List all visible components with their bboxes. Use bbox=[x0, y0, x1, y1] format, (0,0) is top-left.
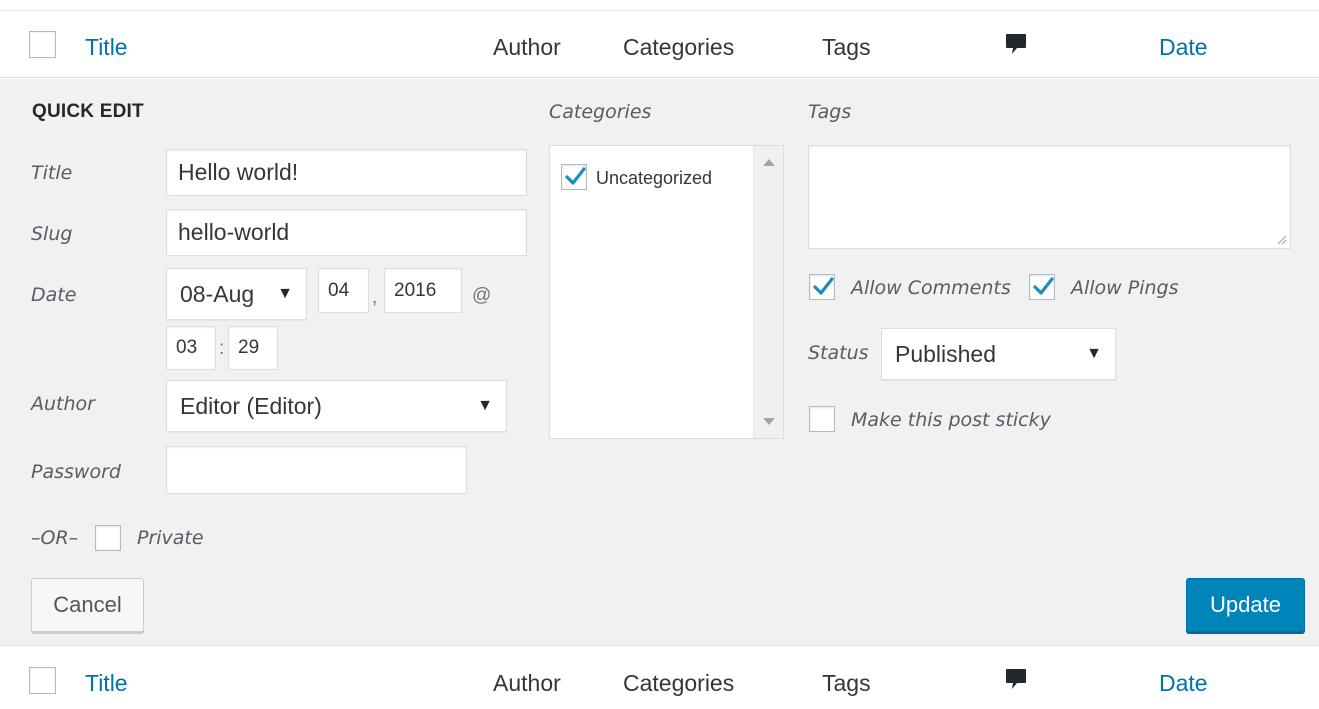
title-label: Title bbox=[31, 162, 73, 184]
author-label: Author bbox=[31, 393, 95, 415]
resize-handle-icon[interactable] bbox=[1276, 234, 1287, 245]
allow-comments-label: Allow Comments bbox=[851, 277, 1011, 299]
scroll-down-arrow-icon[interactable] bbox=[763, 418, 775, 425]
status-label: Status bbox=[808, 342, 869, 364]
tags-textarea[interactable] bbox=[808, 145, 1291, 249]
day-input[interactable]: 04 bbox=[318, 268, 369, 313]
update-button[interactable]: Update bbox=[1186, 578, 1305, 632]
allow-pings-label: Allow Pings bbox=[1071, 277, 1179, 299]
time-colon: : bbox=[219, 338, 225, 359]
private-checkbox[interactable] bbox=[95, 525, 121, 551]
month-select[interactable]: 08-Aug ▼ bbox=[166, 268, 307, 320]
scroll-up-arrow-icon[interactable] bbox=[763, 159, 775, 166]
table-header: Title Author Categories Tags Date bbox=[0, 10, 1319, 78]
password-label: Password bbox=[31, 461, 121, 483]
tags-label: Tags bbox=[808, 101, 852, 123]
category-label-uncategorized: Uncategorized bbox=[596, 168, 713, 188]
private-label: Private bbox=[137, 527, 204, 549]
categories-scrollbar[interactable] bbox=[753, 146, 783, 438]
checkmark-icon bbox=[1033, 277, 1054, 295]
column-title-link-footer[interactable]: Title bbox=[85, 670, 128, 697]
allow-comments-checkbox[interactable] bbox=[809, 274, 835, 300]
or-label: –OR– bbox=[31, 527, 79, 549]
minute-input[interactable]: 29 bbox=[228, 326, 278, 370]
date-label: Date bbox=[31, 284, 77, 306]
dropdown-caret-icon: ▼ bbox=[277, 285, 293, 302]
column-author: Author bbox=[493, 34, 561, 60]
select-all-checkbox-footer[interactable] bbox=[29, 667, 56, 694]
checkmark-icon bbox=[565, 167, 586, 185]
column-title-link[interactable]: Title bbox=[85, 34, 128, 61]
quick-edit-heading: QUICK EDIT bbox=[32, 101, 144, 122]
dropdown-caret-icon: ▼ bbox=[1086, 345, 1102, 362]
dropdown-caret-icon: ▼ bbox=[477, 397, 493, 414]
status-select[interactable]: Published ▼ bbox=[881, 328, 1116, 380]
sticky-label: Make this post sticky bbox=[851, 409, 1051, 431]
column-categories-footer: Categories bbox=[623, 670, 735, 696]
comment-bubble-icon[interactable] bbox=[1005, 668, 1027, 690]
date-comma: , bbox=[372, 287, 378, 308]
author-select[interactable]: Editor (Editor) ▼ bbox=[166, 380, 507, 432]
column-date-link-footer[interactable]: Date bbox=[1159, 670, 1208, 697]
password-input[interactable] bbox=[166, 446, 467, 494]
category-checkbox-uncategorized[interactable] bbox=[561, 164, 587, 190]
column-date-link[interactable]: Date bbox=[1159, 34, 1208, 61]
year-input[interactable]: 2016 bbox=[384, 268, 462, 313]
date-at: @ bbox=[472, 285, 492, 306]
sticky-checkbox[interactable] bbox=[809, 406, 835, 432]
slug-input[interactable]: hello-world bbox=[166, 209, 527, 256]
column-author-footer: Author bbox=[493, 670, 561, 696]
cancel-button[interactable]: Cancel bbox=[31, 578, 144, 632]
slug-label: Slug bbox=[31, 223, 73, 245]
column-categories: Categories bbox=[623, 34, 735, 60]
column-tags-footer: Tags bbox=[822, 670, 871, 696]
table-footer: Title Author Categories Tags Date bbox=[0, 645, 1319, 709]
hour-input[interactable]: 03 bbox=[166, 326, 216, 370]
categories-label: Categories bbox=[549, 101, 652, 123]
allow-pings-checkbox[interactable] bbox=[1029, 274, 1055, 300]
checkmark-icon bbox=[813, 277, 834, 295]
title-input[interactable]: Hello world! bbox=[166, 149, 527, 196]
column-tags: Tags bbox=[822, 34, 871, 60]
comment-bubble-icon[interactable] bbox=[1005, 33, 1027, 55]
select-all-checkbox[interactable] bbox=[29, 31, 56, 58]
